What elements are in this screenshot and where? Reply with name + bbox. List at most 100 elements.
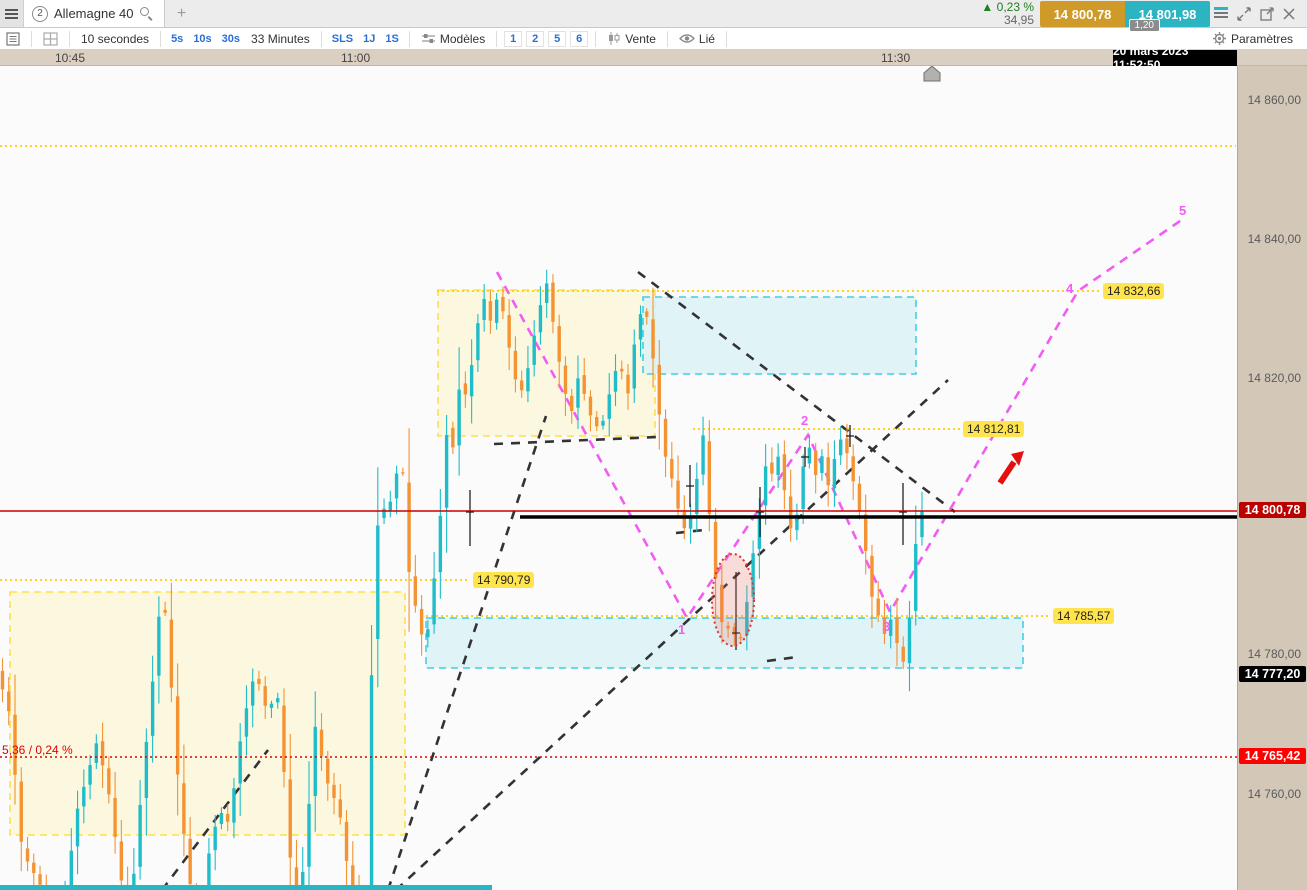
tf-30s-button[interactable]: 30s (217, 33, 245, 45)
candle-body (32, 862, 36, 874)
linked-toggle[interactable]: Lié (673, 32, 721, 46)
candle-body (426, 629, 430, 638)
candle-body (38, 874, 42, 885)
candle-body (269, 703, 274, 708)
layout-button[interactable] (37, 31, 64, 46)
time-slider-marker[interactable] (923, 65, 941, 82)
level-price-tag[interactable]: 14 812,81 (963, 421, 1025, 437)
candle-body (369, 675, 374, 890)
window-controls (1210, 6, 1303, 21)
candle-body (469, 365, 474, 397)
tab-spacer (199, 0, 982, 27)
spread-badge: 1,20 (1128, 19, 1160, 32)
time-axis[interactable]: 10:45 11:00 11:30 (0, 50, 1307, 66)
wave-number-label: 3 (883, 619, 891, 634)
candle-body (163, 609, 167, 613)
candle-body (770, 462, 774, 474)
candle-body (595, 417, 599, 427)
candle-body (651, 319, 655, 359)
candle-body (451, 427, 455, 448)
tf-5s-button[interactable]: 5s (166, 33, 188, 45)
yellow-zone (9, 591, 406, 836)
tf-1s-button[interactable]: 1S (380, 33, 403, 45)
preset-2-button[interactable]: 2 (526, 30, 545, 47)
popout-icon[interactable] (1260, 6, 1274, 21)
chart-area[interactable]: 10:45 11:00 11:30 20 mars 2023 11:52:50 14… (0, 44, 1307, 890)
candle-body (213, 826, 217, 851)
candle-body (69, 850, 74, 890)
preset-1-button[interactable]: 1 (504, 30, 523, 47)
candle-body (638, 314, 643, 340)
preset-6-button[interactable]: 6 (570, 30, 589, 47)
main-menu-button[interactable] (0, 0, 24, 27)
candle-body (820, 456, 824, 474)
preset-5-button[interactable]: 5 (548, 30, 567, 47)
fullscreen-icon[interactable] (1237, 6, 1251, 21)
candle-body (463, 383, 468, 395)
candle-body (332, 784, 336, 798)
level-price-tag[interactable]: 14 832,66 (1103, 283, 1165, 299)
daily-change: ▲ 0,23 % 34,95 (981, 0, 1034, 27)
candle-body (344, 821, 349, 861)
horizontal-scrollbar[interactable] (0, 885, 492, 890)
candle-body (864, 514, 868, 551)
tf-1j-button[interactable]: 1J (358, 33, 380, 45)
candle-body (776, 456, 780, 475)
candle-body (313, 726, 317, 797)
wave-number-label: 5 (1179, 203, 1187, 218)
tf-10s-button[interactable]: 10s (188, 33, 216, 45)
candle-body (620, 368, 624, 372)
search-icon[interactable] (139, 6, 154, 21)
candle-body (526, 368, 530, 392)
candle-body (94, 743, 99, 763)
price-tick-label: 14 780,00 (1247, 647, 1301, 661)
candle-body (138, 804, 142, 867)
tf-sls-button[interactable]: SLS (327, 33, 358, 45)
candle-body (701, 435, 705, 475)
candle-body (482, 298, 486, 320)
period-current[interactable]: 10 secondes (75, 32, 155, 46)
candle-body (232, 788, 236, 823)
models-button[interactable]: Modèles (415, 32, 491, 46)
close-icon[interactable] (1283, 7, 1295, 20)
candle-body (338, 799, 342, 818)
tab-title: Allemagne 40 (54, 6, 134, 21)
price-level-badge: 14 765,42 (1239, 748, 1306, 764)
candle-body (488, 301, 493, 321)
price-axis[interactable]: 14 860,00 14 840,00 14 820,00 14 780,00 14 7… (1237, 50, 1307, 890)
reference-change-label: 5,36 / 0,24 % (2, 743, 73, 757)
eye-icon (679, 34, 695, 43)
sell-price-button[interactable]: 14 800,78 (1040, 1, 1125, 27)
price-tick-label: 14 840,00 (1247, 232, 1301, 246)
candles-icon (609, 32, 620, 45)
candle-body (75, 808, 80, 847)
candle-body (7, 691, 11, 712)
candle-body (88, 765, 92, 785)
candle-body (551, 282, 555, 322)
candle-body (588, 396, 593, 416)
level-price-tag[interactable]: 14 790,79 (473, 572, 535, 588)
new-tab-button[interactable]: + (165, 0, 199, 27)
level-price-tag[interactable]: 14 785,57 (1053, 608, 1115, 624)
candle-body (432, 578, 436, 625)
candlestick-chart[interactable] (0, 50, 1307, 890)
time-tick-label: 11:30 (881, 51, 911, 65)
sell-mode-button[interactable]: Vente (601, 32, 662, 46)
chart-toolbar: 10 secondes 5s 10s 30s 33 Minutes SLS 1J… (0, 28, 1307, 50)
candle-body (907, 618, 912, 664)
grid-layout-icon (43, 31, 58, 46)
candle-body (225, 813, 230, 822)
candle-body (263, 686, 267, 706)
orderbook-icon[interactable] (1214, 7, 1228, 20)
candle-body (219, 813, 224, 825)
candle-body (376, 525, 380, 639)
journal-button[interactable] (0, 31, 26, 46)
price-tick-label: 14 820,00 (1247, 371, 1301, 385)
candle-body (601, 420, 605, 426)
tab-allemagne-40[interactable]: 2 Allemagne 40 (24, 0, 165, 27)
candle-body (870, 555, 874, 597)
tf-33min-button[interactable]: 33 Minutes (245, 32, 316, 46)
price-level-badge: 14 800,78 (1239, 502, 1306, 518)
candle-body (382, 508, 386, 519)
current-datetime-label: 20 mars 2023 11:52:50 (1113, 44, 1237, 72)
